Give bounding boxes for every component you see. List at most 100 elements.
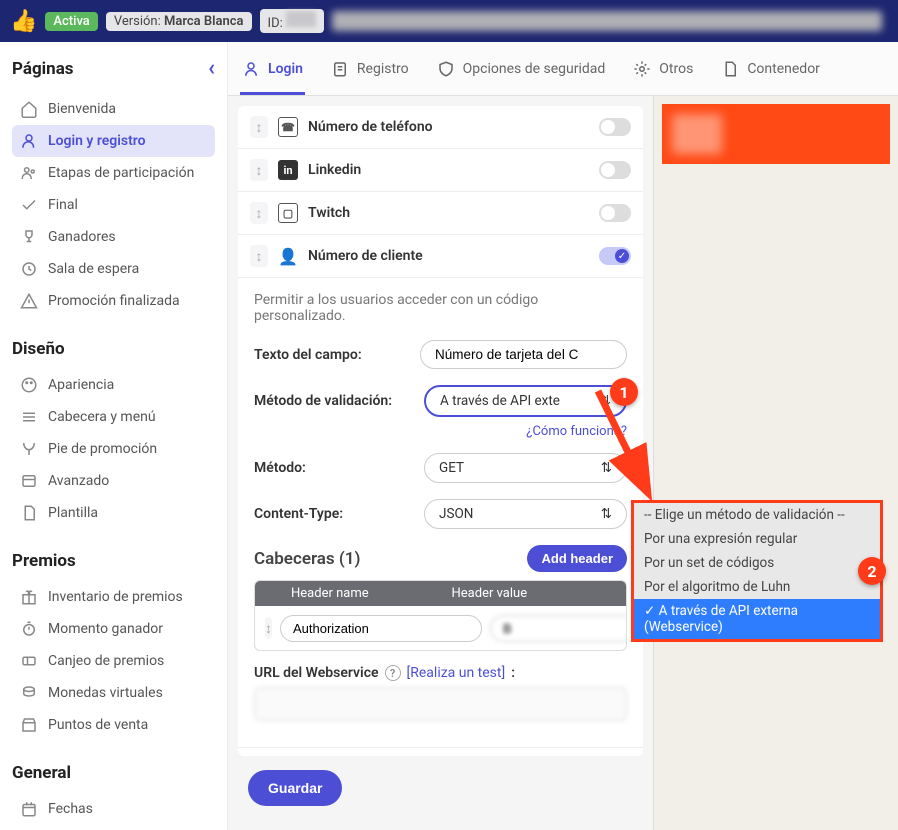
sidebar-section-prizes: Premios	[12, 551, 215, 571]
tab-registro[interactable]: Registro	[329, 42, 411, 95]
toggle-cliente[interactable]	[599, 247, 631, 265]
dropdown-option-selected[interactable]: A través de API externa (Webservice)	[634, 599, 880, 639]
http-method-label: Método:	[254, 460, 424, 476]
row-label: Twitch	[308, 205, 589, 221]
menu-icon	[20, 408, 38, 426]
tab-label: Otros	[659, 61, 693, 77]
users-icon	[20, 164, 38, 182]
shop-icon	[20, 716, 38, 734]
header-value-input[interactable]	[490, 615, 627, 642]
gift-icon	[20, 588, 38, 606]
file-icon	[20, 504, 38, 522]
status-badge: Activa	[45, 12, 97, 31]
text-field-input[interactable]	[420, 340, 627, 369]
row-label: Número de cliente	[308, 248, 589, 264]
save-button[interactable]: Guardar	[248, 770, 342, 806]
sidebar-item-label: Avanzado	[48, 473, 109, 489]
sidebar-item-label: Cabecera y menú	[48, 409, 156, 425]
sidebar-item-puntos-venta[interactable]: Puntos de venta	[12, 709, 215, 741]
gear-icon	[633, 60, 651, 78]
tab-login[interactable]: Login	[240, 42, 305, 95]
panel-description: Permitir a los usuarios acceder con un c…	[254, 292, 627, 324]
text-field-label: Texto del campo:	[254, 347, 420, 363]
sidebar-item-inventario[interactable]: Inventario de premios	[12, 581, 215, 613]
dropdown-option[interactable]: Por un set de códigos	[634, 551, 880, 575]
toggle-linkedin[interactable]	[599, 161, 631, 179]
validation-method-label: Método de validación:	[254, 393, 424, 409]
drag-handle-icon[interactable]: ↕	[250, 245, 268, 267]
sidebar-item-label: Plantilla	[48, 505, 98, 521]
content-type-label: Content-Type:	[254, 506, 424, 522]
how-it-works-link[interactable]: ¿Cómo funciona?	[526, 424, 627, 439]
sidebar-item-cabecera[interactable]: Cabecera y menú	[12, 401, 215, 433]
shield-icon	[437, 60, 455, 78]
dropdown-option[interactable]: Por el algoritmo de Luhn	[634, 575, 880, 599]
sidebar-item-label: Fechas	[48, 801, 93, 817]
url-input[interactable]	[254, 687, 627, 721]
sidebar-item-fechas[interactable]: Fechas	[12, 793, 215, 825]
sidebar-item-idiomas[interactable]: Idiomas	[12, 825, 215, 830]
sidebar-item-momento[interactable]: Momento ganador	[12, 613, 215, 645]
sidebar-item-promo-finalizada[interactable]: Promoción finalizada	[12, 285, 215, 317]
sidebar-item-monedas[interactable]: Monedas virtuales	[12, 677, 215, 709]
validation-method-select[interactable]: A través de API exte ⇅	[424, 385, 627, 417]
linkedin-icon: in	[278, 160, 298, 180]
table-header: Header name Header value	[255, 581, 626, 606]
row-label: Linkedin	[308, 162, 589, 178]
select-value: GET	[439, 460, 464, 476]
drag-handle-icon[interactable]: ↕	[250, 202, 268, 224]
validation-dropdown-open: -- Elige un método de validación -- Por …	[631, 500, 883, 642]
cliente-settings-panel: Permitir a los usuarios acceder con un c…	[238, 277, 643, 739]
sidebar-item-apariencia[interactable]: Apariencia	[12, 369, 215, 401]
person-icon: 👤	[278, 246, 298, 266]
add-header-button[interactable]: Add header	[527, 545, 627, 572]
sidebar-item-plantilla[interactable]: Plantilla	[12, 497, 215, 529]
sidebar-item-label: Momento ganador	[48, 621, 163, 637]
login-method-row-twitch: ↕ ▢ Twitch	[238, 191, 643, 234]
drag-handle-icon[interactable]: ↕	[265, 617, 272, 639]
sidebar-item-etapas[interactable]: Etapas de participación	[12, 157, 215, 189]
sidebar-item-final[interactable]: Final	[12, 189, 215, 221]
tab-otros[interactable]: Otros	[631, 42, 695, 95]
sidebar-item-label: Etapas de participación	[48, 165, 194, 181]
trophy-icon	[20, 228, 38, 246]
sidebar: Páginas ‹ Bienvenida Login y registro Et…	[0, 42, 228, 830]
sidebar-item-label: Apariencia	[48, 377, 114, 393]
sidebar-item-canjeo[interactable]: Canjeo de premios	[12, 645, 215, 677]
collapse-sidebar-icon[interactable]: ‹	[208, 56, 215, 81]
drag-handle-icon[interactable]: ↕	[250, 116, 268, 138]
login-method-row-linkedin: ↕ in Linkedin	[238, 148, 643, 191]
phone-icon: ☎	[278, 117, 298, 137]
header-name-input[interactable]	[280, 615, 482, 642]
sidebar-item-label: Sala de espera	[48, 261, 139, 277]
test-url-link[interactable]: [Realiza un test]	[407, 665, 506, 681]
timer-icon	[20, 620, 38, 638]
thumbs-up-icon: 👍	[10, 9, 37, 34]
sidebar-item-ganadores[interactable]: Ganadores	[12, 221, 215, 253]
sidebar-item-label: Login y registro	[48, 133, 146, 149]
tab-seguridad[interactable]: Opciones de seguridad	[435, 42, 608, 95]
url-label: URL del Webservice	[254, 665, 379, 681]
sidebar-item-bienvenida[interactable]: Bienvenida	[12, 93, 215, 125]
sidebar-item-label: Puntos de venta	[48, 717, 148, 733]
palette-icon	[20, 376, 38, 394]
annotation-badge-1: 1	[610, 378, 638, 406]
help-icon[interactable]: ?	[385, 665, 401, 681]
sidebar-item-label: Ganadores	[48, 229, 116, 245]
content-type-select[interactable]: JSON ⇅	[424, 499, 627, 529]
toggle-phone[interactable]	[599, 118, 631, 136]
table-row: ↕	[255, 606, 626, 650]
http-method-select[interactable]: GET ⇅	[424, 453, 627, 483]
dropdown-option[interactable]: Por una expresión regular	[634, 527, 880, 551]
toggle-twitch[interactable]	[599, 204, 631, 222]
dropdown-option[interactable]: -- Elige un método de validación --	[634, 503, 880, 527]
sidebar-item-label: Promoción finalizada	[48, 293, 180, 309]
sliders-icon	[20, 472, 38, 490]
sidebar-item-avanzado[interactable]: Avanzado	[12, 465, 215, 497]
sidebar-item-sala-espera[interactable]: Sala de espera	[12, 253, 215, 285]
sidebar-item-pie[interactable]: Pie de promoción	[12, 433, 215, 465]
drag-handle-icon[interactable]: ↕	[250, 159, 268, 181]
tab-contenedor[interactable]: Contenedor	[719, 42, 822, 95]
calendar-icon	[20, 800, 38, 818]
sidebar-item-login-registro[interactable]: Login y registro	[12, 125, 215, 157]
